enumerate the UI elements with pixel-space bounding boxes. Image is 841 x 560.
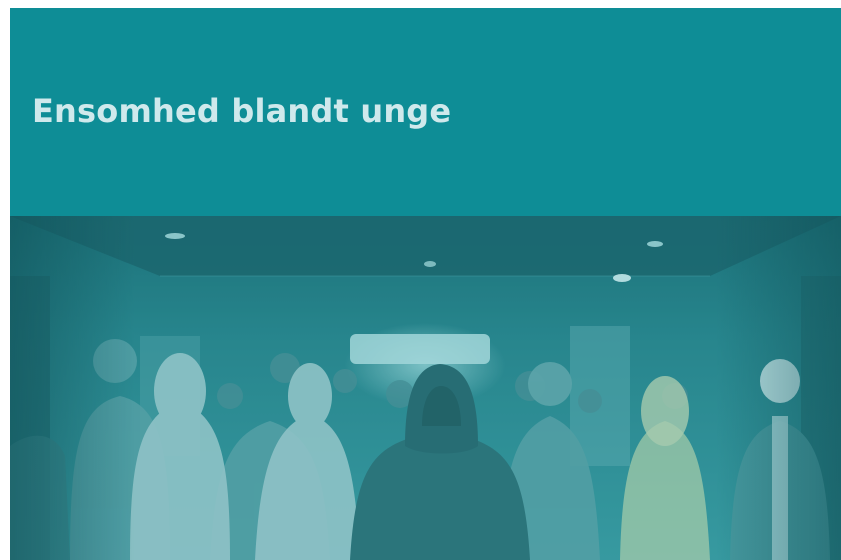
title-banner: Ensomhed blandt unge: [10, 8, 841, 216]
cover-title: Ensomhed blandt unge: [32, 92, 452, 130]
crowd-of-young-people-walking-icon: [10, 216, 841, 560]
cover-page: Ensomhed blandt unge: [10, 8, 841, 560]
